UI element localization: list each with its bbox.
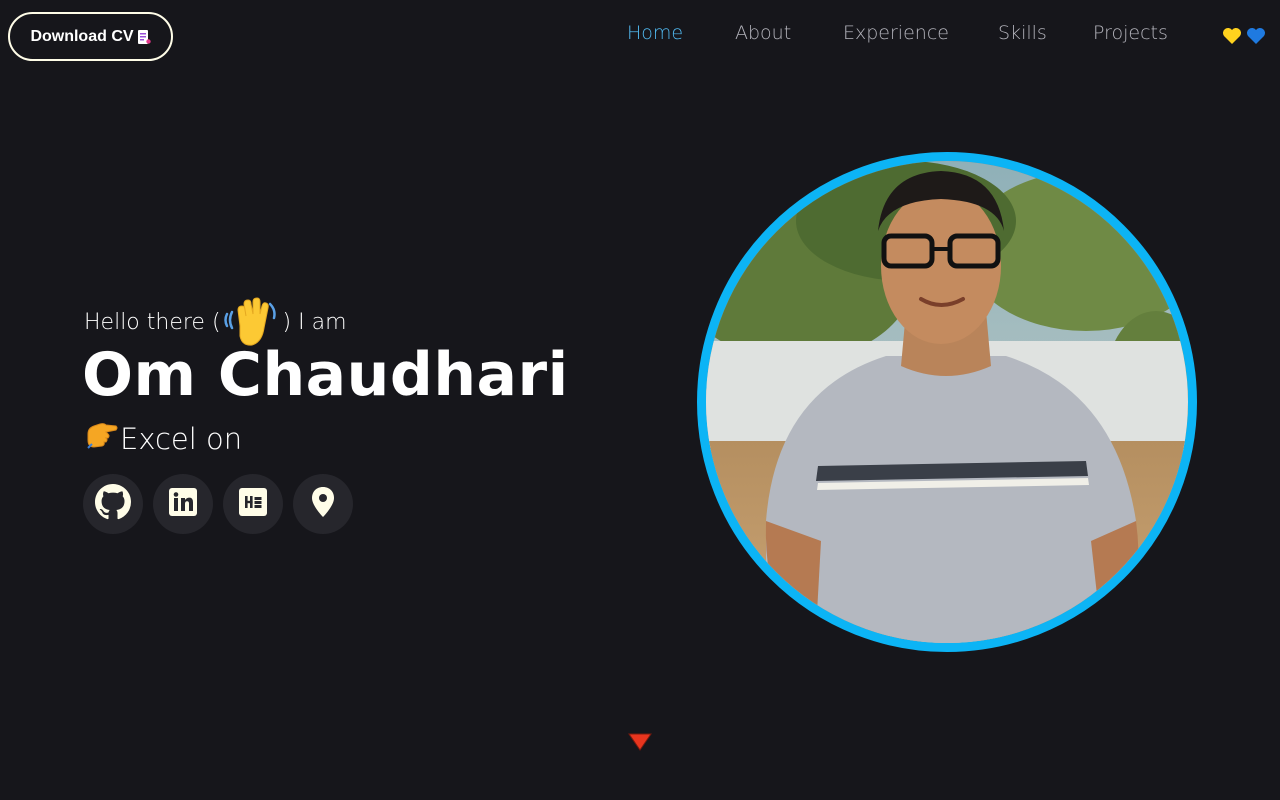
greeting-after: ) I am — [282, 309, 347, 335]
pointing-hand-icon — [86, 420, 118, 457]
location-link[interactable] — [293, 474, 353, 534]
nav-skills[interactable]: Skills — [998, 22, 1047, 44]
document-icon — [137, 29, 151, 45]
social-links — [83, 474, 353, 534]
scroll-down-icon[interactable] — [628, 733, 652, 755]
blue-heart-icon — [1246, 27, 1266, 49]
linkedin-icon — [167, 486, 199, 522]
profile-photo-illustration — [706, 161, 1188, 643]
tagline-text: Excel on — [120, 421, 243, 456]
github-icon — [95, 484, 131, 524]
download-cv-label: Download CV — [30, 27, 134, 45]
portfolio-page: Download CV Home About Experience Skills… — [0, 0, 1280, 800]
nav-home[interactable]: Home — [627, 22, 683, 44]
hero-name: Om Chaudhari — [82, 340, 569, 410]
github-link[interactable] — [83, 474, 143, 534]
greeting-before: Hello there ( — [84, 309, 221, 335]
nav-about[interactable]: About — [735, 22, 791, 44]
hashnode-link[interactable] — [223, 474, 283, 534]
download-cv-button[interactable]: Download CV — [8, 12, 173, 61]
linkedin-link[interactable] — [153, 474, 213, 534]
hearts — [1222, 27, 1266, 49]
profile-photo — [697, 152, 1197, 652]
hashnode-icon — [237, 486, 269, 522]
location-pin-icon — [309, 486, 337, 522]
nav-projects[interactable]: Projects — [1093, 22, 1168, 44]
tagline: Excel on — [86, 420, 242, 457]
yellow-heart-icon — [1222, 27, 1242, 49]
nav-experience[interactable]: Experience — [843, 22, 949, 44]
